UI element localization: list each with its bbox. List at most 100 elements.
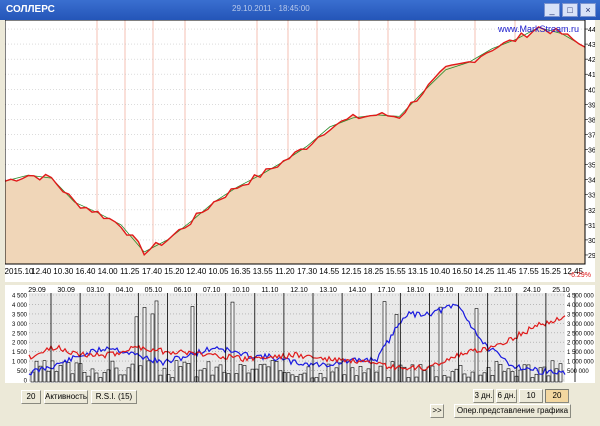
maximize-button[interactable]: □ <box>562 3 578 17</box>
left-tick-label: 500 <box>17 369 28 375</box>
date-label: 06.10 <box>174 287 192 294</box>
volume-bar <box>354 375 359 383</box>
x-tick-label: 2015.10 <box>5 267 34 276</box>
y-tick-label: 330 <box>588 193 595 200</box>
x-tick-label: 15.20 <box>164 267 185 276</box>
operative-view-button[interactable]: Опер.представление графика <box>454 404 571 418</box>
volume-bar <box>286 372 291 383</box>
volume-bar <box>66 362 71 383</box>
y-tick-label: 360 <box>588 148 595 155</box>
date-label: 19.10 <box>436 287 454 294</box>
volume-bar <box>338 362 343 383</box>
right-tick-label: 500 000 <box>567 369 589 375</box>
volume-bar <box>186 363 191 383</box>
volume-bar <box>202 368 207 383</box>
volume-bar <box>150 313 155 383</box>
activity-button[interactable]: Активность <box>44 390 88 404</box>
volume-bar <box>154 300 159 383</box>
right-tick-label: 1 000 000 <box>567 360 594 366</box>
volume-bar <box>558 363 563 383</box>
y-tick-label: 440 <box>588 27 595 34</box>
volume-bar <box>258 364 263 383</box>
volume-bar <box>82 371 87 383</box>
date-label: 05.10 <box>145 287 163 294</box>
volume-bar <box>298 373 303 383</box>
right-tick-label: 1 500 000 <box>567 350 594 356</box>
left-tick-label: 4 500 <box>12 294 28 300</box>
volume-bar <box>54 371 59 383</box>
right-tick-label: 3 000 000 <box>567 322 594 328</box>
date-label: 11.10 <box>261 287 278 294</box>
x-tick-label: 14.00 <box>98 267 119 276</box>
volume-bar <box>198 369 203 383</box>
next-button[interactable]: >> <box>430 404 444 418</box>
date-label: 12.10 <box>290 287 308 294</box>
period-6d-button[interactable]: 6 дн. <box>496 389 517 403</box>
left-tick-label: 2 500 <box>12 331 28 337</box>
volume-bar <box>462 373 467 383</box>
y-tick-label: 370 <box>588 132 595 139</box>
period-20d-button[interactable]: 20 дн. <box>545 389 569 412</box>
volume-bar <box>290 374 295 383</box>
date-label: 10.10 <box>232 287 250 294</box>
volume-bar <box>214 366 219 383</box>
indicator-chart-panel[interactable]: 29.09 30.09 03.10 04.10 05.10 06.10 07.10 10.10… <box>5 285 595 385</box>
volume-bar <box>138 365 143 383</box>
y-tick-label: 290 <box>588 253 595 260</box>
period-3d-button[interactable]: 3 дн. <box>473 389 494 403</box>
volume-bar <box>94 372 99 383</box>
volume-bar <box>374 371 379 383</box>
volume-bar <box>446 376 451 383</box>
left-tick-label: 4 000 <box>12 303 28 309</box>
volume-bar <box>450 371 455 383</box>
volume-bar <box>178 366 183 383</box>
y-tick-label: 310 <box>588 223 595 230</box>
price-area-fill <box>5 26 585 265</box>
volume-bar <box>334 367 339 383</box>
x-tick-label: 15.55 <box>386 267 407 276</box>
volume-bar <box>146 360 151 383</box>
x-tick-label: 16.50 <box>452 267 473 276</box>
volume-bar <box>282 372 287 383</box>
x-tick-label: 17.55 <box>519 267 540 276</box>
right-tick-label: 2 000 000 <box>567 341 594 347</box>
date-label: 03.10 <box>86 287 104 294</box>
right-tick-label: 4 000 000 <box>567 303 594 309</box>
date-label: 29.09 <box>28 287 46 294</box>
price-chart-panel[interactable]: www.MarkStream.ru 440 430 420 410 400 390 380 3… <box>4 19 600 282</box>
volume-bar <box>242 365 247 383</box>
volume-bar <box>70 373 75 383</box>
date-label: 20.10 <box>465 287 483 294</box>
period-10d-button[interactable]: 10 дн. <box>519 389 543 412</box>
volume-bar <box>466 376 471 383</box>
x-tick-label: 17.40 <box>142 267 163 276</box>
indicator-chart[interactable]: 29.09 30.09 03.10 04.10 05.10 06.10 07.10 10.10… <box>5 285 595 385</box>
volume-bar <box>510 371 515 383</box>
volume-bar <box>210 374 215 383</box>
volume-bar <box>314 377 319 383</box>
date-labels: 29.09 30.09 03.10 04.10 05.10 06.10 07.10 10.10… <box>28 287 570 294</box>
volume-bar <box>90 368 95 383</box>
volume-bar <box>502 371 507 383</box>
x-tick-label: 10.05 <box>208 267 229 276</box>
date-label: 30.09 <box>57 287 75 294</box>
right-tick-label: 4 500 000 <box>567 294 594 300</box>
volume-bar <box>506 368 511 383</box>
period-field[interactable]: 20 <box>21 390 41 404</box>
volume-bar <box>494 361 499 383</box>
volume-bar <box>206 361 211 383</box>
volume-bar <box>218 364 223 383</box>
x-tick-label: 13.55 <box>253 267 274 276</box>
close-button[interactable]: × <box>580 3 596 17</box>
price-chart[interactable]: www.MarkStream.ru 440 430 420 410 400 390 380 3… <box>4 19 600 282</box>
rsi-button[interactable]: R.S.I. (15) <box>91 390 137 404</box>
volume-bar <box>554 368 559 383</box>
volume-bar <box>546 375 551 383</box>
volume-bar <box>310 377 315 383</box>
volume-bar <box>230 301 235 383</box>
x-tick-label: 11.20 <box>275 267 295 276</box>
left-tick-label: 2 000 <box>12 341 28 347</box>
minimize-button[interactable]: _ <box>544 3 560 17</box>
volume-bar <box>358 366 363 383</box>
volume-bar <box>62 361 67 383</box>
